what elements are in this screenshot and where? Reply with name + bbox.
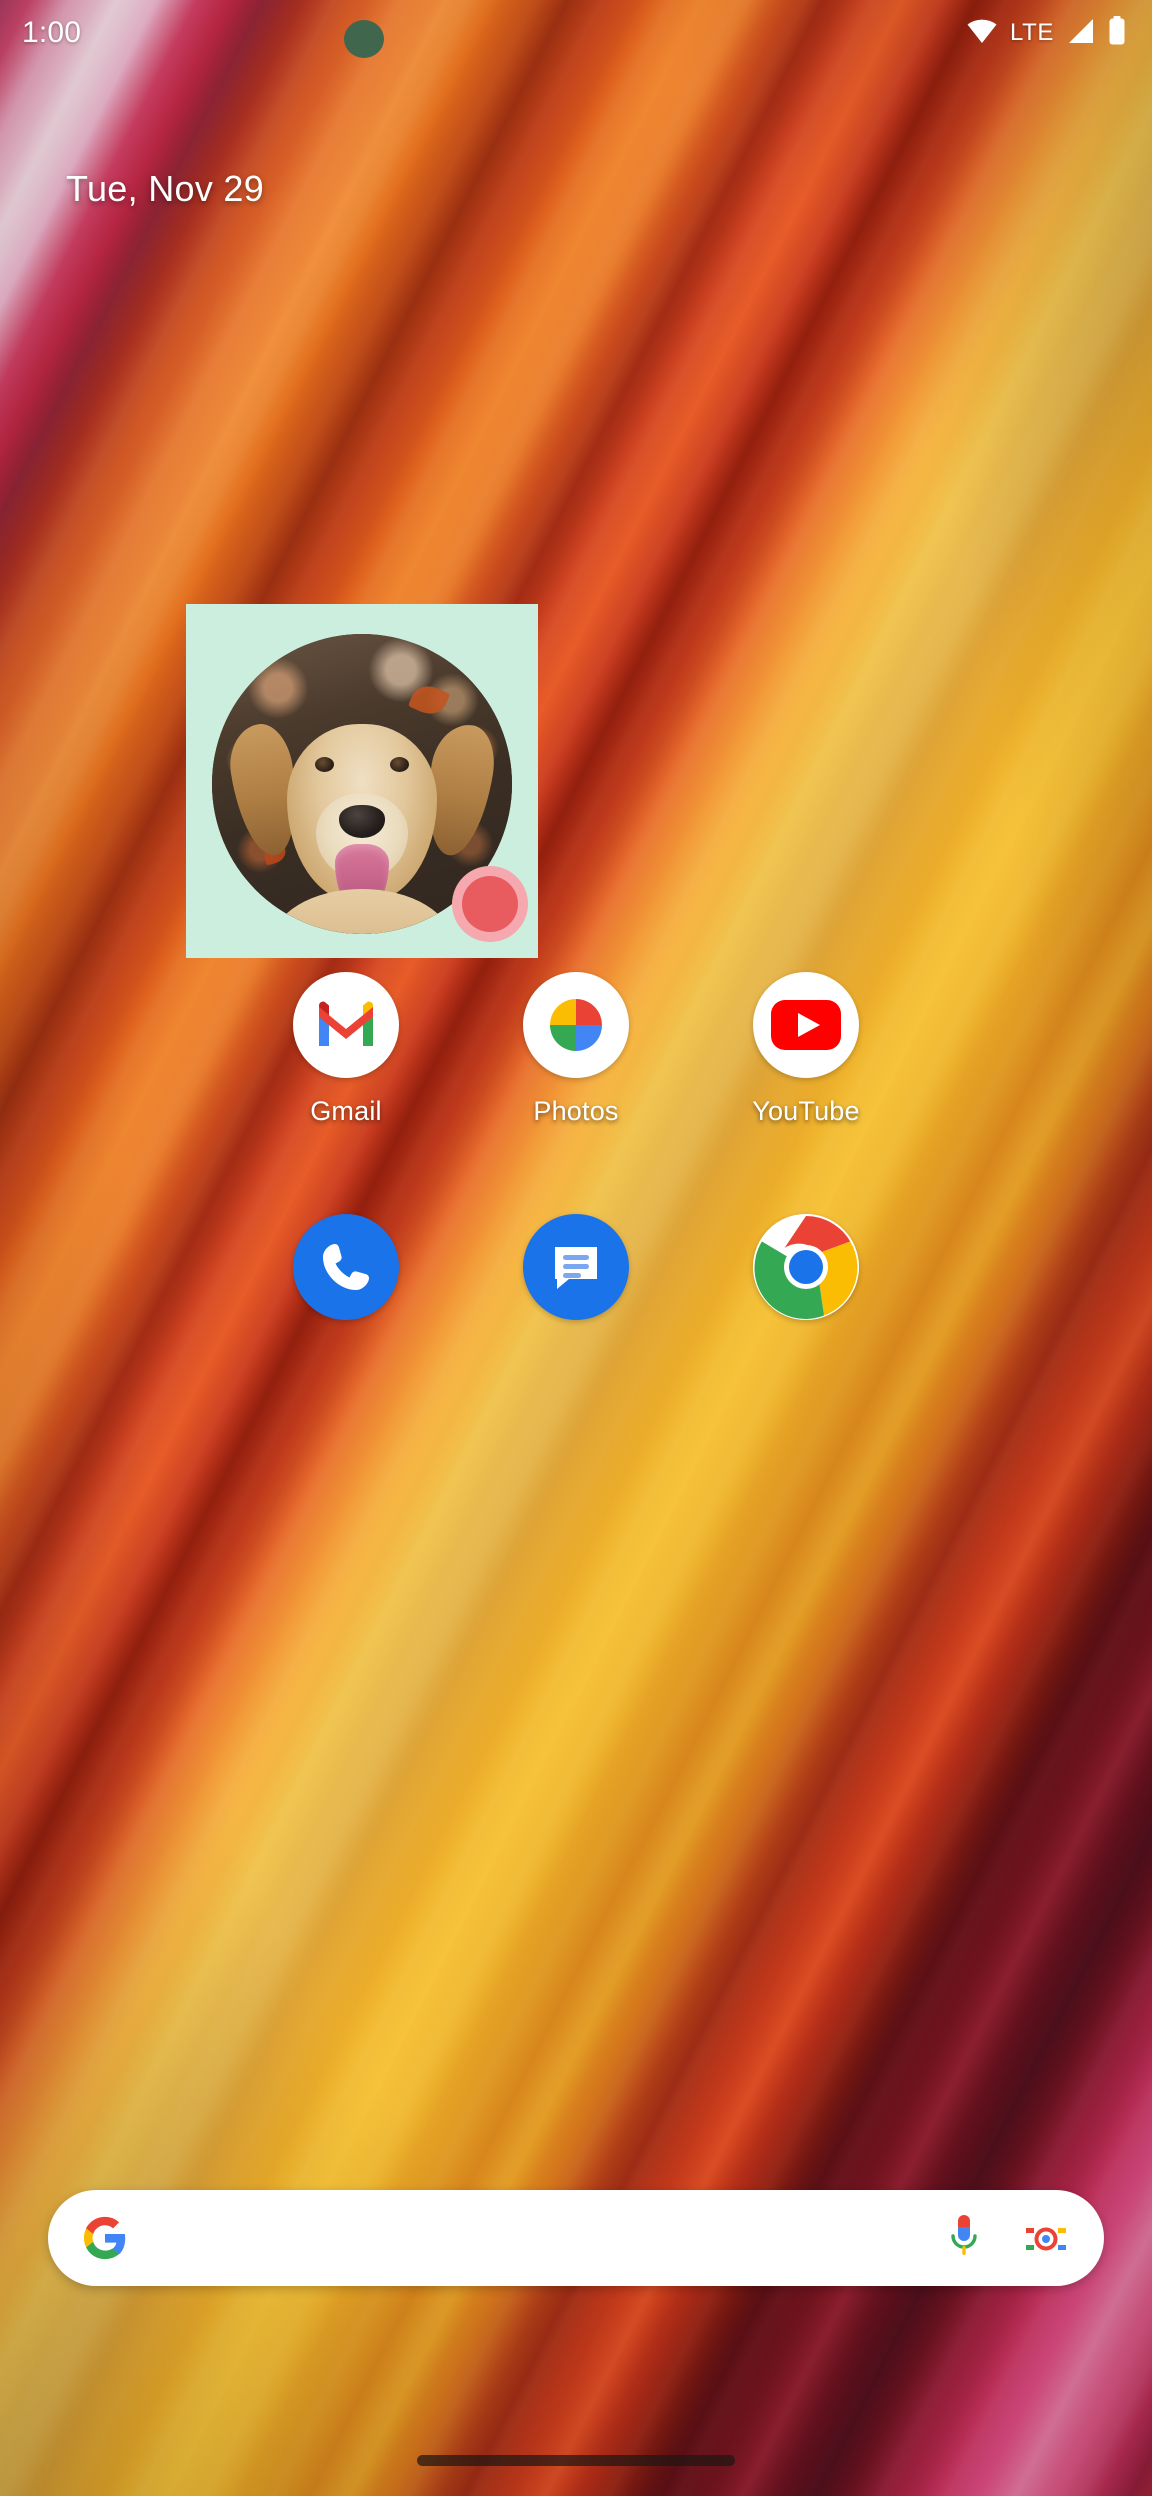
- app-item-youtube[interactable]: YouTube: [722, 972, 890, 1127]
- navigation-bar: [0, 2424, 1152, 2496]
- app-label-youtube: YouTube: [752, 1096, 860, 1126]
- youtube-icon[interactable]: [753, 972, 859, 1078]
- dog-eye-right: [390, 757, 409, 772]
- phone-icon[interactable]: [293, 1214, 399, 1320]
- app-label-photos: Photos: [533, 1096, 619, 1126]
- search-input[interactable]: [150, 2222, 944, 2254]
- widget-badge-button[interactable]: [452, 866, 528, 942]
- photos-icon[interactable]: [523, 972, 629, 1078]
- photo-frame-widget[interactable]: [186, 604, 538, 958]
- dock-item-chrome[interactable]: [722, 1214, 890, 1320]
- signal-icon: [1066, 17, 1096, 50]
- wifi-icon: [966, 18, 998, 49]
- google-g-icon: [82, 2215, 128, 2261]
- app-item-gmail[interactable]: Gmail: [262, 972, 430, 1127]
- dock-item-messages[interactable]: [492, 1214, 660, 1320]
- status-bar: 1:00 LTE: [0, 0, 1152, 66]
- widget-badge-inner: [462, 876, 518, 932]
- messages-icon[interactable]: [523, 1214, 629, 1320]
- google-lens-camera-icon[interactable]: [1022, 2215, 1070, 2261]
- dock-row: [0, 1214, 1152, 1320]
- network-type-label: LTE: [1009, 19, 1054, 46]
- app-grid-row: Gmail Photos YouTube: [0, 972, 1152, 1127]
- chrome-icon[interactable]: [753, 1214, 859, 1320]
- front-camera-punch-hole: [344, 20, 384, 58]
- dog-eye-left: [315, 757, 334, 772]
- gesture-home-handle[interactable]: [417, 2454, 735, 2466]
- date-widget[interactable]: Tue, Nov 29: [66, 168, 264, 210]
- status-bar-clock: 1:00: [22, 16, 82, 49]
- gmail-icon[interactable]: [293, 972, 399, 1078]
- google-search-bar[interactable]: [48, 2190, 1104, 2286]
- dock-item-phone[interactable]: [262, 1214, 430, 1320]
- microphone-icon[interactable]: [944, 2215, 984, 2261]
- status-bar-icons: LTE: [966, 15, 1126, 51]
- battery-icon: [1108, 15, 1126, 51]
- app-item-photos[interactable]: Photos: [492, 972, 660, 1127]
- app-label-gmail: Gmail: [310, 1096, 382, 1126]
